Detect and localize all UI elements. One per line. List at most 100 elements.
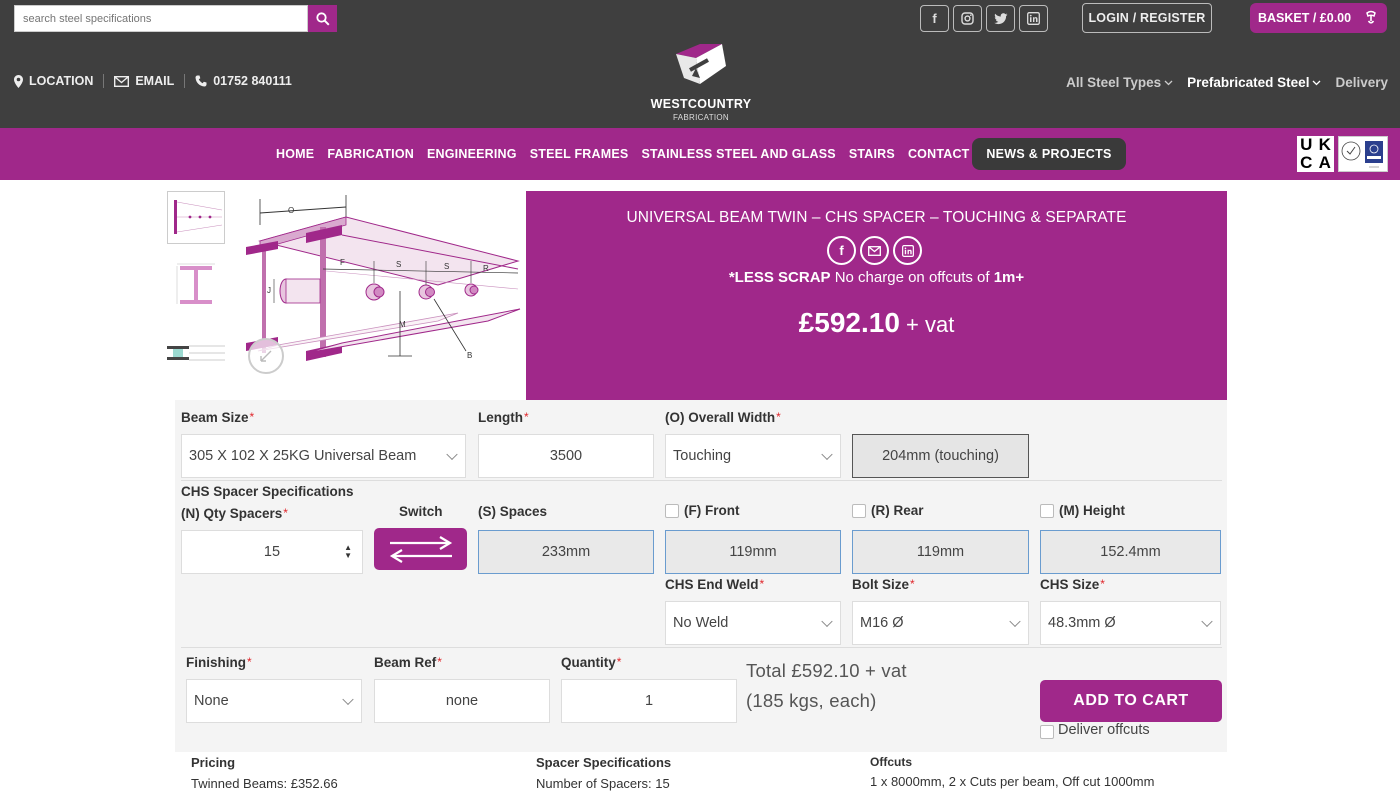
share-buttons: f [827, 236, 922, 265]
nav-label: Prefabricated Steel [1187, 75, 1310, 90]
finishing-value: None [194, 693, 229, 709]
length-label: Length* [478, 410, 529, 425]
beam-ref-input[interactable]: none [374, 679, 550, 723]
product-price: £592.10 + vat [526, 307, 1227, 339]
quantity-value: 1 [644, 693, 654, 709]
gallery-thumbnail-2[interactable] [167, 256, 225, 316]
length-value: 3500 [549, 448, 583, 464]
envelope-icon [868, 245, 881, 256]
diagram-label-f: F [340, 258, 345, 267]
price-suffix: + vat [899, 312, 955, 337]
search-button[interactable] [308, 5, 337, 32]
email-link[interactable]: EMAIL [114, 74, 174, 88]
phone-icon [195, 75, 207, 87]
gallery-thumbnail-1[interactable] [167, 191, 225, 244]
finishing-select[interactable]: None [186, 679, 362, 723]
required-marker: * [776, 410, 781, 424]
chevron-down-icon [1201, 615, 1213, 628]
phone-number: 01752 840111 [213, 74, 292, 88]
deliver-offcuts-checkbox[interactable] [1040, 725, 1054, 739]
nav-links: HOME FABRICATION ENGINEERING STEEL FRAME… [276, 128, 991, 180]
quantity-label: Quantity* [561, 655, 621, 670]
required-marker: * [283, 506, 288, 520]
social-links: f [920, 5, 1048, 32]
ukas-badge-icon [1341, 141, 1383, 168]
logo-mark-icon [676, 44, 726, 84]
gallery-thumbnail-3[interactable] [167, 338, 225, 368]
add-to-cart-button[interactable]: ADD TO CART [1040, 680, 1222, 722]
location-link[interactable]: LOCATION [14, 74, 93, 88]
quantity-input[interactable]: 1 [561, 679, 737, 723]
logo-subtitle: FABRICATION [672, 113, 730, 122]
beam-section-thumbnail [176, 263, 215, 304]
end-weld-select[interactable]: No Weld [665, 601, 841, 645]
instagram-link[interactable] [953, 5, 982, 32]
nav-fabrication[interactable]: FABRICATION [327, 147, 414, 161]
nav-stainless-steel-glass[interactable]: STAINLESS STEEL AND GLASS [641, 147, 835, 161]
nav-label: All Steel Types [1066, 75, 1162, 90]
share-linkedin-button[interactable] [893, 236, 922, 265]
twitter-link[interactable] [986, 5, 1015, 32]
phone-link[interactable]: 01752 840111 [195, 74, 292, 88]
nav-home[interactable]: HOME [276, 147, 314, 161]
rear-label: (R) Rear [871, 503, 924, 518]
length-input[interactable]: 3500 [478, 434, 654, 478]
pricing-text: Twinned Beams: £352.66 [191, 776, 338, 791]
finishing-label: Finishing* [186, 655, 252, 670]
chs-size-label: CHS Size* [1040, 577, 1105, 592]
beam-size-select[interactable]: 305 X 102 X 25KG Universal Beam [181, 434, 466, 478]
number-spinner-icon[interactable]: ▲ ▼ [344, 544, 352, 560]
deliver-offcuts-label: Deliver offcuts [1058, 722, 1150, 738]
zoom-button[interactable] [248, 338, 284, 374]
height-checkbox[interactable] [1040, 504, 1054, 518]
nav-steel-frames[interactable]: STEEL FRAMES [530, 147, 629, 161]
rear-value-field: 119mm [852, 530, 1029, 574]
spacer-spec-heading: Spacer Specifications [536, 755, 672, 770]
beam-ref-label-text: Beam Ref [374, 655, 437, 670]
chevron-down-icon [1164, 80, 1173, 85]
nav-delivery[interactable]: Delivery [1335, 75, 1388, 90]
pricing-heading: Pricing [191, 755, 236, 770]
diagram-label-b: B [467, 351, 472, 360]
overall-width-select[interactable]: Touching [665, 434, 841, 478]
facebook-link[interactable]: f [920, 5, 949, 32]
front-label: (F) Front [684, 503, 740, 518]
rear-checkbox[interactable] [852, 504, 866, 518]
specifications-summary: Pricing Twinned Beams: £352.66 Spacer Sp… [181, 752, 1222, 797]
ukca-mark: U K C A [1297, 136, 1334, 172]
height-label: (M) Height [1059, 503, 1125, 518]
news-projects-button[interactable]: NEWS & PROJECTS [972, 138, 1126, 170]
nav-engineering[interactable]: ENGINEERING [427, 147, 517, 161]
nav-label: Delivery [1335, 75, 1388, 90]
login-register-button[interactable]: LOGIN / REGISTER [1082, 3, 1212, 33]
swap-arrows-icon [389, 536, 452, 563]
share-email-button[interactable] [860, 236, 889, 265]
diagram-label-o: O [288, 206, 294, 215]
chs-size-select[interactable]: 48.3mm Ø [1040, 601, 1221, 645]
basket-button[interactable]: BASKET / £0.00 [1250, 3, 1387, 33]
location-label: LOCATION [29, 74, 94, 88]
site-logo[interactable]: WESTCOUNTRY FABRICATION [640, 44, 762, 124]
chevron-down-icon [1009, 615, 1021, 628]
linkedin-link[interactable] [1019, 5, 1048, 32]
map-pin-icon [14, 74, 23, 88]
front-value: 119mm [729, 544, 777, 560]
main-nav: HOME FABRICATION ENGINEERING STEEL FRAME… [0, 128, 1400, 180]
nav-stairs[interactable]: STAIRS [849, 147, 895, 161]
beam-ref-label: Beam Ref* [374, 655, 442, 670]
front-checkbox[interactable] [665, 504, 679, 518]
diagram-label-s: S [396, 260, 401, 269]
spaces-value-field: 233mm [478, 530, 654, 574]
search-input[interactable] [14, 5, 308, 32]
bolt-size-select[interactable]: M16 Ø [852, 601, 1029, 645]
chs-size-value: 48.3mm Ø [1048, 615, 1116, 631]
nav-all-steel-types[interactable]: All Steel Types [1066, 75, 1173, 90]
switch-button[interactable] [374, 528, 467, 570]
share-facebook-button[interactable]: f [827, 236, 856, 265]
required-marker: * [616, 655, 622, 669]
logo-title: WESTCOUNTRY [650, 97, 752, 111]
overall-width-label: (O) Overall Width* [665, 410, 781, 425]
qty-spacers-input[interactable]: 15 ▲ ▼ [181, 530, 363, 574]
nav-prefabricated-steel[interactable]: Prefabricated Steel [1187, 75, 1321, 90]
product-summary: UNIVERSAL BEAM TWIN – CHS SPACER – TOUCH… [526, 191, 1227, 400]
